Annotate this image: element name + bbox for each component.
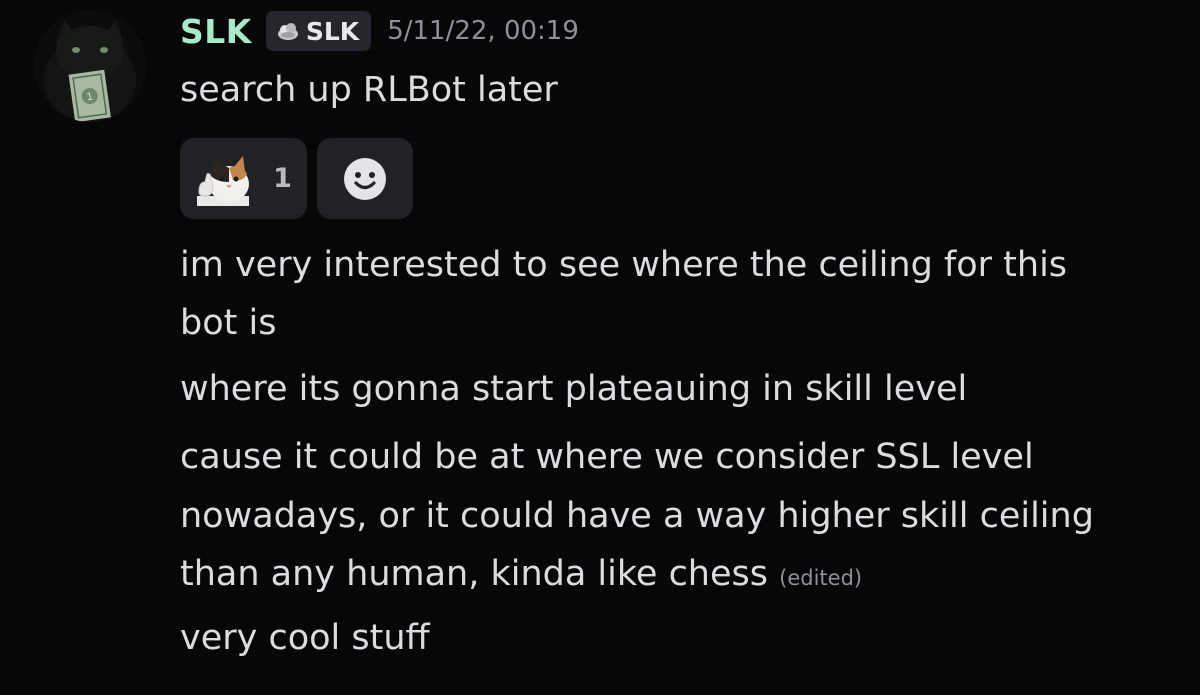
message-line: where its gonna start plateauing in skil… xyxy=(180,369,968,409)
username[interactable]: SLK xyxy=(180,12,252,51)
avatar[interactable]: 1 xyxy=(34,10,146,122)
reaction-bar: 1 xyxy=(180,138,413,219)
reaction-count: 1 xyxy=(273,163,292,194)
timestamp[interactable]: 5/11/22, 00:19 xyxy=(387,16,579,46)
edited-label[interactable]: (edited) xyxy=(779,566,862,590)
cat-thumbs-up-emoji-icon xyxy=(197,155,250,206)
black-cat-avatar-icon: 1 xyxy=(34,10,146,122)
server-tag[interactable]: SLK xyxy=(265,11,372,51)
message-line: im very interested to see where the ceil… xyxy=(180,245,1068,285)
server-tag-label: SLK xyxy=(305,16,360,46)
add-reaction-button[interactable] xyxy=(317,138,413,219)
message-line: very cool stuff xyxy=(180,618,430,658)
message-line: cause it could be at where we consider S… xyxy=(180,437,1034,477)
message-line: nowadays, or it could have a way higher … xyxy=(180,496,1094,536)
message-line: bot is xyxy=(180,303,277,343)
message-header: SLK SLK 5/11/22, 00:19 xyxy=(180,9,579,53)
cloud-tag-icon xyxy=(277,23,298,40)
message-line-with-edited: than any human, kinda like chess (edited… xyxy=(180,544,862,608)
chat-view: 1 SLK SLK 5/11/22, 00:19 search up RLBot… xyxy=(0,0,1200,695)
smiley-add-reaction-icon xyxy=(344,157,386,200)
message-text: than any human, kinda like chess xyxy=(180,554,768,594)
reaction-button[interactable]: 1 xyxy=(180,138,307,219)
message-line: search up RLBot later xyxy=(180,70,558,110)
